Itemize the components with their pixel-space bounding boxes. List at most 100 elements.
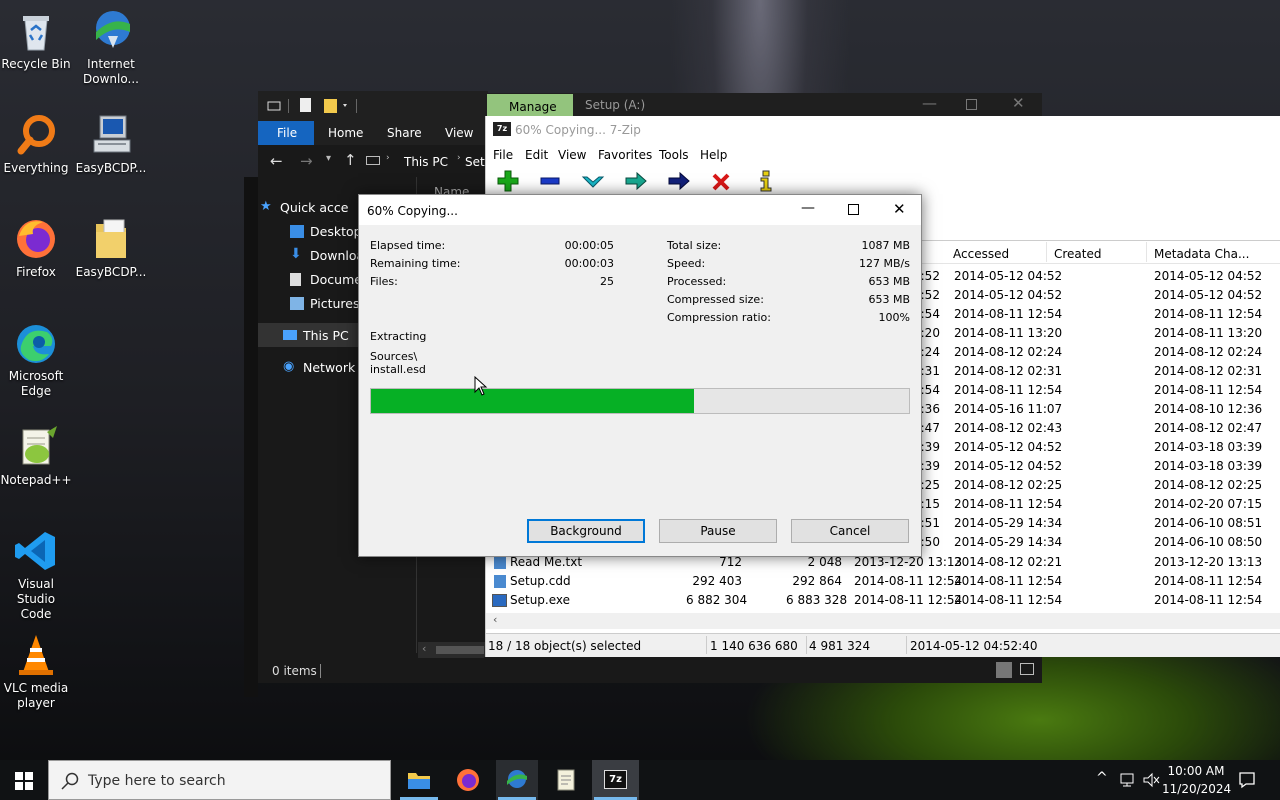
dialog-minimize-icon[interactable]: — xyxy=(801,200,815,216)
sevenzip-horizontal-scrollbar[interactable]: ‹ xyxy=(486,613,1280,629)
taskbar-app-notepad[interactable] xyxy=(545,760,587,800)
column-header-metadata-changed[interactable]: Metadata Cha... xyxy=(1154,247,1249,261)
exe-icon xyxy=(492,594,507,607)
file-metadata-changed: 2014-08-12 02:47 xyxy=(1154,421,1263,435)
desktop-icon-vscode[interactable]: Visual Studio Code xyxy=(0,528,72,622)
file-metadata-changed: 2014-08-12 02:25 xyxy=(1154,478,1263,492)
nav-item-this-pc[interactable]: This PC xyxy=(283,328,349,343)
column-header-accessed[interactable]: Accessed xyxy=(953,247,1009,261)
forward-arrow-icon[interactable]: → xyxy=(300,152,313,170)
volume-muted-icon[interactable] xyxy=(1142,772,1160,788)
desktop-icon-firefox[interactable]: Firefox xyxy=(0,216,72,280)
nav-item-quick-access[interactable]: ★ Quick acce xyxy=(260,199,349,215)
breadcrumb-this-pc[interactable]: This PC xyxy=(404,155,448,169)
ribbon-tab-share[interactable]: Share xyxy=(387,126,422,140)
copy-icon[interactable] xyxy=(624,169,648,193)
up-arrow-icon[interactable]: ↑ xyxy=(344,151,357,169)
network-icon: ◉ xyxy=(283,359,295,374)
horizontal-scrollbar[interactable]: ‹ xyxy=(418,642,488,658)
files-value: 25 xyxy=(600,275,614,288)
table-row[interactable]: Setup.exe 6 882 304 6 883 328 2014-08-11… xyxy=(486,591,1280,610)
dialog-title: 60% Copying... xyxy=(367,204,458,218)
desktop-icon-recycle-bin[interactable]: Recycle Bin xyxy=(0,8,72,72)
menu-favorites[interactable]: Favorites xyxy=(598,148,652,162)
network-status-icon[interactable] xyxy=(1118,772,1136,788)
pause-button[interactable]: Pause xyxy=(659,519,777,543)
table-row[interactable]: Setup.cdd 292 403 292 864 2014-08-11 12:… xyxy=(486,572,1280,591)
ribbon-tab-home[interactable]: Home xyxy=(328,126,363,140)
desktop-icon-label: Internet Downlo... xyxy=(83,57,139,86)
move-icon[interactable] xyxy=(667,169,691,193)
remaining-time-value: 00:00:03 xyxy=(564,257,614,270)
scroll-left-icon[interactable]: ‹ xyxy=(422,642,426,655)
show-hidden-icons-chevron-icon[interactable]: ^ xyxy=(1096,770,1108,786)
recent-locations-chevron-icon[interactable]: ▾ xyxy=(326,153,331,164)
taskbar-clock-date[interactable]: 11/20/2024 xyxy=(1162,782,1231,796)
file-accessed: 2014-05-29 14:34 xyxy=(954,516,1063,530)
menu-help[interactable]: Help xyxy=(700,148,727,162)
dialog-maximize-icon[interactable] xyxy=(848,204,859,215)
desktop-icon-vlc[interactable]: VLC media player xyxy=(0,632,72,711)
menu-file[interactable]: File xyxy=(493,148,513,162)
desktop-icon-notepad-plus-plus[interactable]: Notepad++ xyxy=(0,424,72,488)
taskbar-app-firefox[interactable] xyxy=(447,760,489,800)
file-icon xyxy=(494,575,506,588)
taskbar-app-idm[interactable] xyxy=(496,760,538,800)
close-icon[interactable]: ✕ xyxy=(1012,94,1025,112)
scrollbar-thumb[interactable] xyxy=(436,646,484,654)
start-windows-icon[interactable] xyxy=(15,772,33,790)
nav-item-downloads[interactable]: ⬇ Downloa xyxy=(290,246,364,263)
info-icon[interactable] xyxy=(754,168,778,192)
scroll-left-icon[interactable]: ‹ xyxy=(493,613,497,626)
file-metadata-changed: 2014-08-11 12:54 xyxy=(1154,593,1263,607)
menu-view[interactable]: View xyxy=(558,148,586,162)
dialog-close-icon[interactable]: ✕ xyxy=(893,200,906,218)
taskbar-app-7zip[interactable]: 7z xyxy=(592,760,639,800)
large-icons-view-icon[interactable] xyxy=(1020,663,1034,675)
nav-item-label: Quick acce xyxy=(280,200,349,215)
desktop-icon-easybcd-folder[interactable]: EasyBCDP... xyxy=(75,216,147,280)
desktop-icon-internet-download-manager[interactable]: Internet Downlo... xyxy=(75,8,147,87)
file-metadata-changed: 2014-06-10 08:51 xyxy=(1154,516,1263,530)
nav-item-documents[interactable]: Docume xyxy=(290,272,362,287)
nav-item-network[interactable]: ◉ Network xyxy=(283,359,355,375)
manage-tab[interactable]: Manage xyxy=(487,94,573,116)
back-arrow-icon[interactable]: ← xyxy=(270,152,283,170)
test-icon[interactable] xyxy=(581,169,605,193)
edge-icon xyxy=(13,320,59,366)
maximize-icon[interactable] xyxy=(966,99,977,110)
minimize-icon[interactable]: — xyxy=(922,94,937,112)
column-divider[interactable] xyxy=(1046,242,1047,262)
explorer-ribbon: File Home Share View xyxy=(258,121,488,145)
nav-item-pictures[interactable]: Pictures xyxy=(290,296,360,311)
add-icon[interactable] xyxy=(496,169,520,193)
ribbon-tab-file-label[interactable]: File xyxy=(277,126,297,140)
background-button[interactable]: Background xyxy=(527,519,645,543)
quick-access-toolbar-icon[interactable] xyxy=(258,91,368,121)
background-window-edge xyxy=(244,177,258,697)
extract-icon[interactable] xyxy=(538,169,562,193)
desktop-icon-everything[interactable]: Everything xyxy=(0,112,72,176)
cancel-button[interactable]: Cancel xyxy=(791,519,909,543)
taskbar-app-file-explorer[interactable] xyxy=(398,760,440,800)
files-label: Files: xyxy=(370,275,398,288)
desktop-icon-edge[interactable]: Microsoft Edge xyxy=(0,320,72,399)
file-list-visible-rows: Read Me.txt 712 2 048 2013-12-20 13:13 2… xyxy=(486,553,1280,613)
menu-tools[interactable]: Tools xyxy=(659,148,689,162)
easybcd-icon xyxy=(88,112,134,158)
desktop-icon-easybcd[interactable]: EasyBCDP... xyxy=(75,112,147,176)
column-header-created[interactable]: Created xyxy=(1054,247,1102,261)
taskbar-search-box[interactable]: Type here to search xyxy=(48,760,391,800)
menu-edit[interactable]: Edit xyxy=(525,148,548,162)
status-separator xyxy=(906,636,907,654)
column-divider[interactable] xyxy=(1146,242,1147,262)
ribbon-tab-view[interactable]: View xyxy=(445,126,473,140)
current-file-name: install.esd xyxy=(370,363,426,376)
delete-icon[interactable] xyxy=(710,169,734,193)
status-total-size: 1 140 636 680 xyxy=(710,639,798,653)
download-arrow-icon: ⬇ xyxy=(290,246,302,262)
taskbar-clock-time[interactable]: 10:00 AM xyxy=(1164,764,1228,778)
details-view-icon[interactable] xyxy=(996,662,1012,678)
notification-center-icon[interactable] xyxy=(1238,771,1256,789)
nav-item-desktop[interactable]: Desktop xyxy=(290,224,362,239)
